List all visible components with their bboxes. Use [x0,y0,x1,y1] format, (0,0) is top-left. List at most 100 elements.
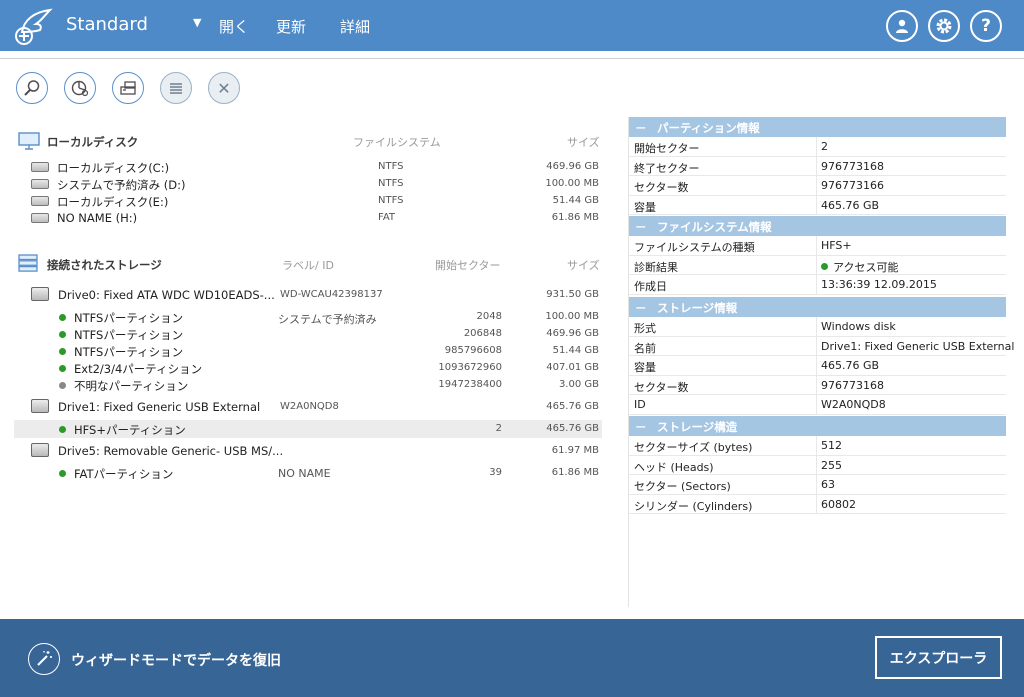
partition-row[interactable]: NTFSパーティション 206848 469.96 GB [14,325,602,343]
property-section-title: パーティション情報 [657,121,760,135]
property-row: 形式 Windows disk [629,317,1006,337]
local-disk-row[interactable]: NO NAME (H:) FAT 61.86 MB [14,209,602,227]
partition-row[interactable]: 不明なパーティション 1947238400 3.00 GB [14,376,602,394]
partition-start-sector: 1093672960 [438,362,502,373]
local-disk-row[interactable]: ローカルディスク(C:) NTFS 469.96 GB [14,158,602,176]
property-divider [816,176,817,195]
local-disk-row[interactable]: システムで予約済み (D:) NTFS 100.00 MB [14,175,602,193]
property-value: 465.76 GB [821,359,879,372]
property-section: － ストレージ構造セクターサイズ (bytes) 512 ヘッド (Heads) 255… [629,416,1006,514]
property-row: セクター数 976773166 [629,176,1006,196]
search-button[interactable] [16,72,48,104]
property-row: ヘッド (Heads) 255 [629,455,1006,475]
property-value: 465.76 GB [821,199,879,212]
local-disk-name: ローカルディスク(C:) [57,161,170,175]
property-key: セクター数 [634,380,689,394]
property-divider [816,156,817,175]
menu-details[interactable]: 詳細 [340,16,370,37]
list-view-button[interactable] [160,72,192,104]
list-icon [170,83,182,94]
menu-refresh[interactable]: 更新 [276,16,306,37]
property-value-text: W2A0NQD8 [821,398,886,411]
wizard-button[interactable] [28,643,60,675]
property-value-text: HFS+ [821,239,852,252]
explorer-button[interactable]: エクスプローラ [875,636,1002,679]
collapse-icon[interactable]: － [635,219,647,235]
property-row: シリンダー (Cylinders) 60802 [629,494,1006,514]
partition-row[interactable]: HFS+パーティション 2 465.76 GB [14,420,602,438]
property-divider [816,375,817,394]
property-section: － パーティション情報 開始セクター 2 終了セクター 976773168 セクター数 976… [629,117,1006,215]
status-ok-icon [59,365,66,372]
close-button[interactable]: ✕ [208,72,240,104]
mode-dropdown-icon[interactable]: ▼ [193,16,201,29]
property-key: セクター数 [634,181,689,194]
property-value-text: 2 [821,140,828,153]
local-disk-row[interactable]: ローカルディスク(E:) NTFS 51.44 GB [14,192,602,210]
property-section-header[interactable]: － ストレージ構造 [629,416,1006,436]
hard-disk-icon [31,196,49,206]
disk-image-button[interactable] [112,72,144,104]
computer-icon [18,132,40,150]
local-disk-size: 469.96 GB [546,161,599,172]
property-value-text: 255 [821,458,842,472]
drive-row[interactable]: Drive1: Fixed Generic USB External W2A0NQ… [14,398,602,416]
drive-row[interactable]: Drive0: Fixed ATA WDC WD10EADS-... WD-WCA… [14,286,602,304]
magic-wand-icon [37,651,52,666]
analyze-button[interactable] [64,72,96,104]
wizard-mode-link[interactable]: ウィザードモードでデータを復旧 [71,650,281,670]
property-row: 開始セクター 2 [629,137,1006,157]
property-value-text: 976773166 [821,179,884,192]
property-value: Windows disk [821,320,896,333]
header-bar: Standard ▼ 開く 更新 詳細 ? [0,0,1024,51]
pie-chart-icon [71,80,89,97]
drive-size: 465.76 GB [546,401,599,412]
status-unknown-icon [59,382,66,389]
help-button[interactable]: ? [970,10,1002,42]
drive-icon [31,399,49,413]
collapse-icon[interactable]: － [635,300,647,316]
partition-row[interactable]: NTFSパーティション 985796608 51.44 GB [14,342,602,360]
settings-button[interactable] [928,10,960,42]
property-key: セクター (Sectors) [634,480,731,493]
property-key: セクターサイズ (bytes) [634,441,753,454]
property-value: 255 [821,459,842,472]
partition-row[interactable]: FATパーティション NO NAME 39 61.86 MB [14,464,602,482]
partition-name: NTFSパーティション [74,311,184,325]
local-disk-size: 51.44 GB [552,195,599,206]
property-row: 名前 Drive1: Fixed Generic USB External [629,336,1014,356]
property-divider [816,236,817,255]
menu-open[interactable]: 開く [219,16,249,37]
property-value-text: 60802 [821,497,856,511]
partition-size: 407.01 GB [546,362,599,373]
account-button[interactable] [886,10,918,42]
property-section-header[interactable]: － パーティション情報 [629,117,1006,137]
app-title[interactable]: Standard [66,14,148,35]
status-ok-icon [821,262,828,270]
close-icon: ✕ [217,78,231,98]
property-divider [816,336,817,355]
drive-icon [31,443,49,457]
collapse-icon[interactable]: － [635,419,647,435]
property-key: 名前 [634,341,656,355]
drive-row[interactable]: Drive5: Removable Generic- USB MS/... 61.… [14,442,602,460]
partition-start-sector: 1947238400 [438,379,502,390]
hard-disk-icon [31,179,49,189]
partition-row[interactable]: NTFSパーティション システムで予約済み 2048 100.00 MB [14,308,602,326]
gear-icon [936,18,952,34]
property-value: Drive1: Fixed Generic USB External [821,340,1014,353]
property-section-header[interactable]: － ファイルシステム情報 [629,216,1006,236]
partition-name: FATパーティション [74,467,174,481]
col-storage-size: サイズ [567,259,600,272]
disk-image-icon [120,81,136,95]
status-ok-icon [59,470,66,477]
property-section-header[interactable]: － ストレージ情報 [629,297,1006,317]
drive-size: 931.50 GB [546,289,599,300]
property-section-title: ストレージ情報 [657,301,738,315]
partition-row[interactable]: Ext2/3/4パーティション 1093672960 407.01 GB [14,359,602,377]
property-row: 作成日 13:36:39 12.09.2015 [629,275,1006,295]
drive-name: Drive5: Removable Generic- USB MS/... [58,444,284,458]
property-value-text: 512 [821,439,842,452]
property-key: 作成日 [634,280,667,293]
collapse-icon[interactable]: － [635,120,647,136]
